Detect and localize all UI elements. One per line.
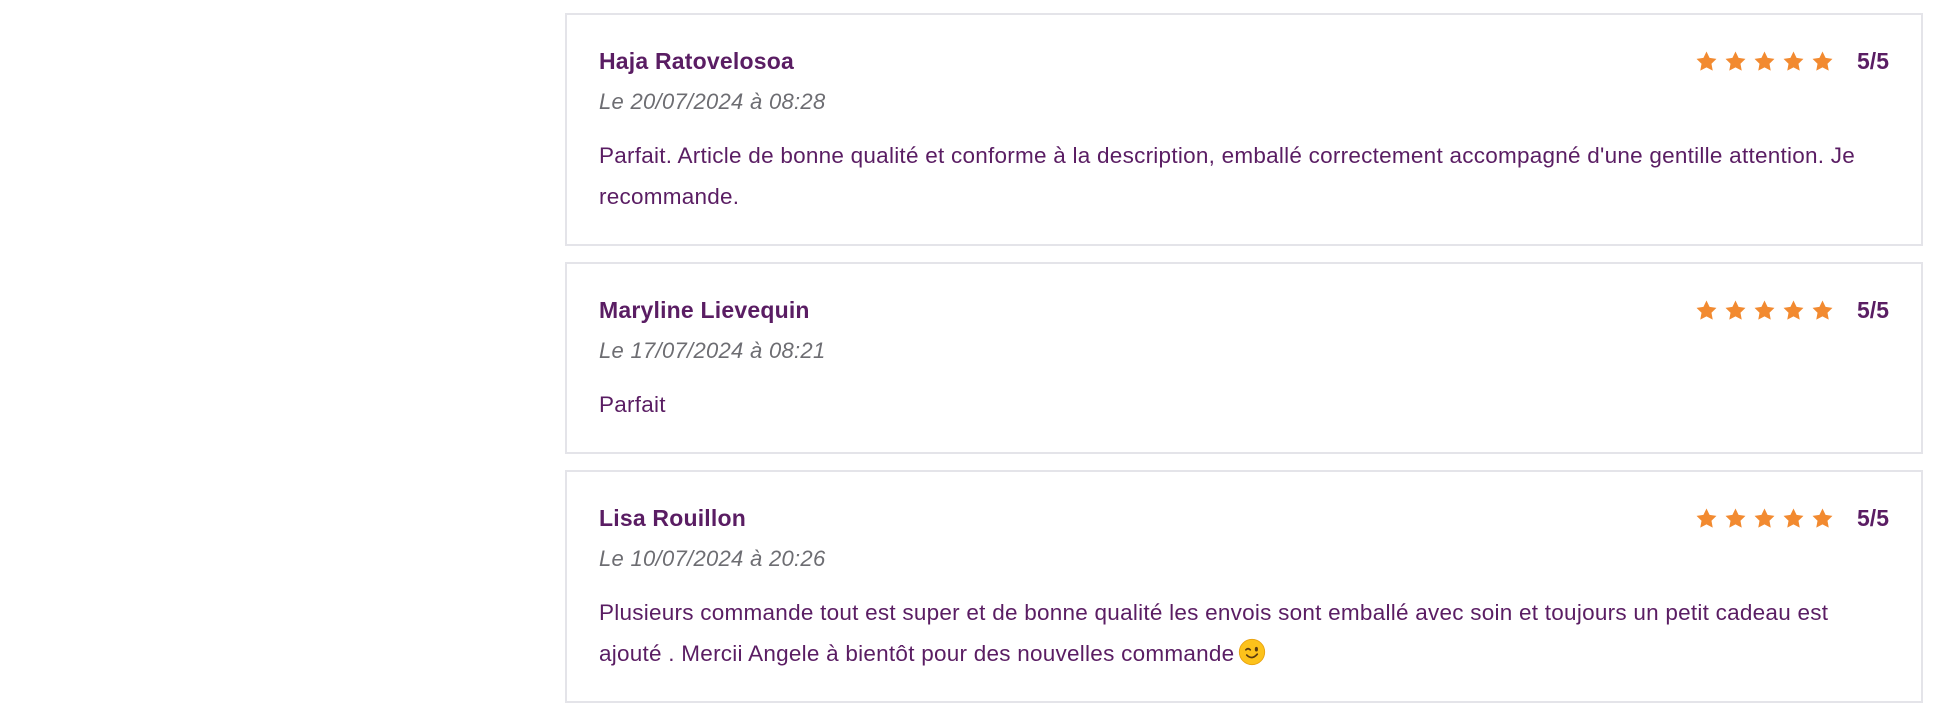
review-author: Haja Ratovelosoa — [599, 47, 794, 74]
review-date: Le 17/07/2024 à 08:21 — [599, 338, 826, 363]
review-card: Maryline Lievequin 5/5 Le 17/07/2024 à 0… — [565, 262, 1923, 454]
review-header: Haja Ratovelosoa 5/5 — [599, 47, 1889, 75]
review-text: Parfait. Article de bonne qualité et con… — [599, 135, 1889, 217]
star-icon — [1812, 300, 1833, 320]
rating-value: 5/5 — [1857, 47, 1889, 74]
star-icon — [1754, 51, 1775, 71]
rating-value: 5/5 — [1857, 504, 1889, 531]
review-author: Maryline Lievequin — [599, 296, 810, 323]
rating-stars — [1695, 299, 1834, 322]
review-text: Parfait — [599, 384, 1889, 425]
rating-stars — [1695, 50, 1834, 73]
star-icon — [1783, 300, 1804, 320]
star-icon — [1812, 51, 1833, 71]
star-icon — [1725, 51, 1746, 71]
star-icon — [1725, 508, 1746, 528]
star-icon — [1812, 508, 1833, 528]
star-icon — [1725, 300, 1746, 320]
review-header: Maryline Lievequin 5/5 — [599, 296, 1889, 324]
review-card: Lisa Rouillon 5/5 Le 10/07/2024 à 20:26 … — [565, 470, 1923, 703]
star-icon — [1754, 508, 1775, 528]
star-icon — [1783, 51, 1804, 71]
reviews-list: Haja Ratovelosoa 5/5 Le 20/07/2024 à 08:… — [565, 13, 1923, 719]
review-rating: 5/5 — [1695, 48, 1889, 75]
review-card: Haja Ratovelosoa 5/5 Le 20/07/2024 à 08:… — [565, 13, 1923, 246]
review-date: Le 20/07/2024 à 08:28 — [599, 89, 826, 114]
review-author: Lisa Rouillon — [599, 504, 746, 531]
review-rating: 5/5 — [1695, 297, 1889, 324]
rating-value: 5/5 — [1857, 296, 1889, 323]
star-icon — [1696, 508, 1717, 528]
star-icon — [1783, 508, 1804, 528]
review-text-content: Parfait. Article de bonne qualité et con… — [599, 143, 1856, 209]
star-icon — [1754, 300, 1775, 320]
review-header: Lisa Rouillon 5/5 — [599, 504, 1889, 532]
star-icon — [1696, 300, 1717, 320]
review-rating: 5/5 — [1695, 505, 1889, 532]
rating-stars — [1695, 507, 1834, 530]
review-text-content: Plusieurs commande tout est super et de … — [599, 600, 1829, 666]
review-text-content: Parfait — [599, 392, 666, 417]
review-text: Plusieurs commande tout est super et de … — [599, 592, 1889, 674]
review-date: Le 10/07/2024 à 20:26 — [599, 546, 826, 571]
winking-face-emoji — [1239, 638, 1266, 666]
star-icon — [1696, 51, 1717, 71]
